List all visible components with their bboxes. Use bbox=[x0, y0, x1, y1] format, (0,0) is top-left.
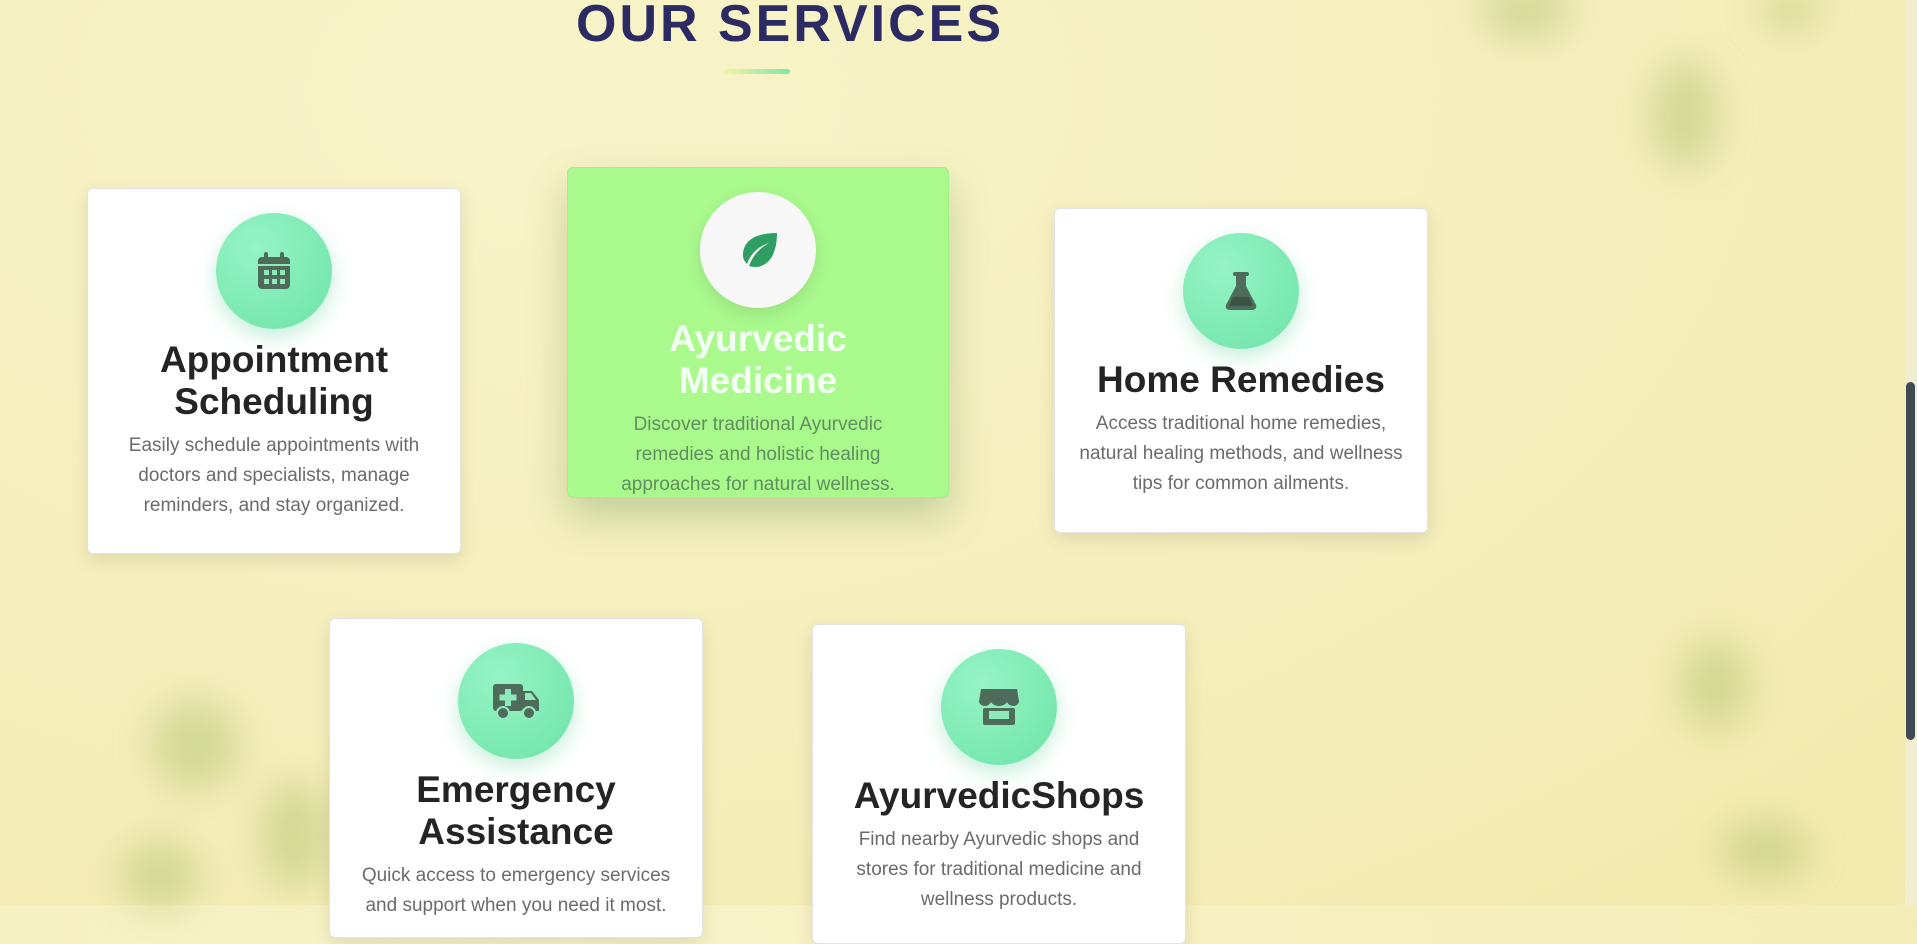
service-title: Emergency Assistance bbox=[416, 769, 616, 852]
flask-icon bbox=[1183, 233, 1299, 349]
service-description: Easily schedule appointments with doctor… bbox=[128, 435, 420, 516]
store-icon bbox=[941, 649, 1057, 765]
service-card-emergency-assistance[interactable]: Emergency Assistance Quick access to eme… bbox=[329, 618, 703, 938]
section-title: OUR SERVICES bbox=[576, 0, 1005, 53]
service-description: Access traditional home remedies, natura… bbox=[1079, 413, 1403, 494]
scrollbar-thumb[interactable] bbox=[1906, 382, 1915, 740]
background-foliage bbox=[1480, 0, 1570, 40]
service-card-appointment[interactable]: Appointment Scheduling Easily schedule a… bbox=[87, 188, 461, 554]
service-card-home-remedies[interactable]: Home Remedies Access traditional home re… bbox=[1054, 208, 1428, 533]
service-description: Find nearby Ayurvedic shops and stores f… bbox=[856, 829, 1142, 910]
ambulance-icon bbox=[458, 643, 574, 759]
service-title: AyurvedicShops bbox=[853, 775, 1145, 816]
service-title: Ayurvedic Medicine bbox=[669, 318, 847, 401]
title-underline bbox=[724, 69, 790, 74]
service-title: Appointment Scheduling bbox=[159, 339, 389, 422]
service-card-ayurvedic-shops[interactable]: AyurvedicShops Find nearby Ayurvedic sho… bbox=[812, 624, 1186, 944]
background-foliage bbox=[1680, 640, 1750, 730]
service-description: Discover traditional Ayurvedic remedies … bbox=[621, 414, 895, 495]
service-title: Home Remedies bbox=[1097, 359, 1385, 400]
background-foliage bbox=[1720, 820, 1810, 880]
background-foliage bbox=[150, 700, 240, 790]
background-foliage bbox=[1760, 0, 1820, 30]
calendar-icon bbox=[216, 213, 332, 329]
leaf-icon bbox=[700, 192, 816, 308]
background-foliage bbox=[120, 840, 200, 910]
background-foliage bbox=[1650, 60, 1720, 170]
service-card-ayurvedic-medicine[interactable]: Ayurvedic Medicine Discover traditional … bbox=[567, 167, 949, 498]
background-foliage bbox=[260, 780, 330, 890]
service-description: Quick access to emergency services and s… bbox=[361, 865, 671, 916]
